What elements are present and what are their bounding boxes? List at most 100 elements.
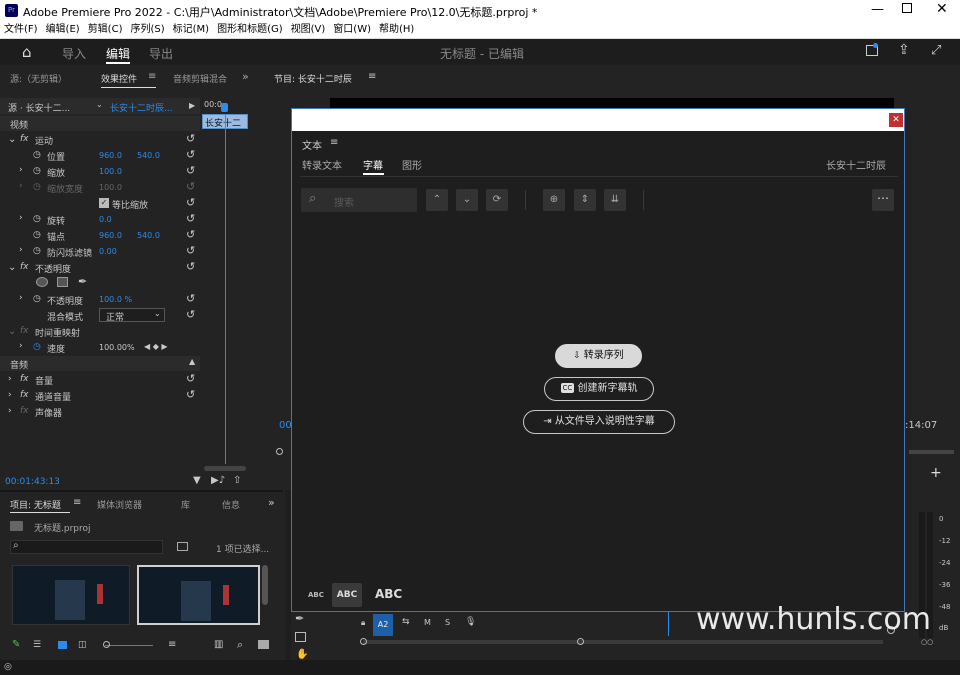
tab-media-browser[interactable]: 媒体浏览器 bbox=[97, 498, 142, 511]
rectangle-mask-icon[interactable] bbox=[57, 277, 68, 287]
microphone-icon[interactable]: 🎙︎ bbox=[465, 617, 476, 627]
tab-effect-controls[interactable]: 效果控件 bbox=[101, 72, 137, 85]
menu-sequence[interactable]: 序列(S) bbox=[126, 22, 168, 38]
scroll-handle[interactable] bbox=[360, 638, 367, 645]
zoom-scrollbar[interactable] bbox=[204, 466, 246, 471]
reset-icon[interactable]: ↺ bbox=[186, 244, 195, 257]
stopwatch-icon[interactable]: ◷ bbox=[33, 150, 41, 160]
reset-icon[interactable]: ↺ bbox=[186, 308, 195, 321]
collapse-icon[interactable]: ▲ bbox=[189, 357, 195, 366]
menu-help[interactable]: 帮助(H) bbox=[375, 22, 418, 38]
expand-icon[interactable]: › bbox=[8, 406, 12, 416]
menu-clip[interactable]: 剪辑(C) bbox=[84, 22, 127, 38]
menu-window[interactable]: 窗口(W) bbox=[329, 22, 375, 38]
ellipse-mask-icon[interactable] bbox=[36, 277, 48, 287]
reset-icon[interactable]: ↺ bbox=[186, 212, 195, 225]
next-caption-button[interactable]: ⌄ bbox=[456, 189, 478, 211]
scrub-bar[interactable] bbox=[909, 450, 954, 454]
workspace-edit[interactable]: 编辑 bbox=[106, 45, 130, 62]
merge-caption-button[interactable]: ⇊ bbox=[604, 189, 626, 211]
position-x-value[interactable]: 960.0 bbox=[99, 151, 122, 160]
automate-icon[interactable]: ▥ bbox=[214, 639, 223, 650]
new-bin-icon[interactable] bbox=[177, 542, 188, 551]
rotation-value[interactable]: 0.0 bbox=[99, 215, 112, 224]
sort-icon[interactable]: ≡ bbox=[168, 639, 176, 650]
zoom-slider-handle[interactable] bbox=[103, 641, 110, 648]
tab-graphics[interactable]: 图形 bbox=[402, 157, 422, 172]
workspace-import[interactable]: 导入 bbox=[62, 45, 86, 62]
sequence-clip-label[interactable]: 长安十二时辰... bbox=[110, 101, 173, 114]
fx-icon[interactable]: fx bbox=[20, 262, 29, 272]
tab-source[interactable]: 源:（无剪辑） bbox=[10, 72, 67, 85]
track-sync-icon[interactable]: ⇆ bbox=[402, 617, 410, 627]
list-view-icon[interactable]: ☰ bbox=[33, 640, 41, 650]
expand-icon[interactable]: › bbox=[19, 213, 23, 223]
previous-caption-button[interactable]: ⌃ bbox=[426, 189, 448, 211]
track-target-a2[interactable]: A2 bbox=[373, 614, 393, 636]
expand-icon[interactable]: › bbox=[19, 245, 23, 255]
tab-info[interactable]: 信息 bbox=[222, 498, 240, 511]
expand-icon[interactable]: ⌄ bbox=[8, 134, 16, 145]
pen-mask-icon[interactable]: ✒ bbox=[78, 275, 87, 288]
create-caption-track-button[interactable]: CC 创建新字幕轨 bbox=[544, 377, 654, 401]
maximize-icon[interactable] bbox=[902, 3, 912, 13]
search-input[interactable] bbox=[10, 540, 163, 554]
expand-icon[interactable]: › bbox=[19, 341, 23, 351]
export-frame-icon[interactable]: ⇧ bbox=[233, 475, 241, 486]
fx-icon[interactable]: fx bbox=[20, 134, 29, 144]
scroll-handle[interactable] bbox=[577, 638, 584, 645]
hand-tool-icon[interactable]: ✋ bbox=[296, 649, 308, 660]
icon-view-icon[interactable] bbox=[58, 641, 67, 649]
reset-icon[interactable]: ↺ bbox=[186, 148, 195, 161]
tab-audio-mixer[interactable]: 音频剪辑混合 bbox=[173, 72, 231, 85]
stopwatch-icon[interactable]: ◷ bbox=[33, 294, 41, 304]
home-icon[interactable]: ⌂ bbox=[22, 43, 32, 61]
reset-icon[interactable]: ↺ bbox=[186, 164, 195, 177]
fullscreen-icon[interactable]: ⤢ bbox=[931, 43, 941, 58]
pen-tool-icon[interactable]: ✒ bbox=[295, 612, 304, 625]
menu-file[interactable]: 文件(F) bbox=[0, 22, 42, 38]
program-timecode-left[interactable]: 00 bbox=[279, 420, 292, 431]
flicker-value[interactable]: 0.00 bbox=[99, 247, 117, 256]
media-thumbnail[interactable] bbox=[12, 565, 130, 625]
search-field[interactable] bbox=[301, 188, 417, 212]
filter-icon[interactable]: ▼ bbox=[193, 475, 201, 486]
reset-icon[interactable]: ↺ bbox=[186, 196, 195, 209]
scrub-handle[interactable] bbox=[276, 448, 283, 455]
scale-value[interactable]: 100.0 bbox=[99, 167, 122, 176]
reset-icon[interactable]: ↺ bbox=[186, 260, 195, 273]
expand-icon[interactable]: › bbox=[8, 390, 12, 400]
dropdown-icon[interactable]: ⌄ bbox=[96, 100, 103, 109]
speed-value[interactable]: 100.00% bbox=[99, 343, 135, 352]
share-icon[interactable]: ⇪ bbox=[898, 42, 910, 58]
project-scrollbar[interactable] bbox=[262, 565, 268, 605]
lock-icon[interactable]: 🔒︎ bbox=[361, 618, 365, 628]
current-timecode[interactable]: 00:01:43:13 bbox=[5, 477, 60, 487]
reset-icon[interactable]: ↺ bbox=[186, 132, 195, 145]
expand-icon[interactable]: › bbox=[19, 293, 23, 303]
opacity-value[interactable]: 100.0 % bbox=[99, 295, 132, 304]
menu-graphics[interactable]: 图形和标题(G) bbox=[213, 22, 287, 38]
search-icon[interactable]: ⌕ bbox=[237, 638, 243, 652]
write-icon[interactable]: ✎ bbox=[12, 639, 20, 650]
text-size-medium-button[interactable]: ABC bbox=[332, 583, 362, 607]
tab-menu-icon[interactable]: ≡ bbox=[73, 497, 81, 508]
more-panels-icon[interactable]: » bbox=[268, 496, 275, 509]
play-only-icon[interactable]: ▶ bbox=[189, 101, 195, 110]
add-caption-button[interactable]: ⊕ bbox=[543, 189, 565, 211]
text-size-small-button[interactable]: ABC bbox=[308, 591, 324, 599]
tab-library[interactable]: 库 bbox=[181, 498, 190, 511]
minimize-icon[interactable]: — bbox=[871, 2, 884, 17]
reset-icon[interactable]: ↺ bbox=[186, 292, 195, 305]
timeline-scrollbar[interactable] bbox=[363, 640, 883, 644]
playhead-marker[interactable] bbox=[221, 103, 228, 112]
tab-menu-icon[interactable]: ≡ bbox=[330, 137, 338, 148]
rectangle-tool-icon[interactable] bbox=[295, 632, 306, 642]
add-button-icon[interactable]: + bbox=[930, 465, 942, 481]
stopwatch-icon[interactable]: ◷ bbox=[33, 342, 41, 352]
tab-captions[interactable]: 字幕 bbox=[363, 157, 383, 172]
replace-button[interactable]: ⟳ bbox=[486, 189, 508, 211]
new-bin-icon[interactable] bbox=[258, 640, 269, 649]
tab-menu-icon[interactable]: ≡ bbox=[368, 71, 376, 82]
solo-icon[interactable]: ○○ bbox=[921, 638, 933, 646]
